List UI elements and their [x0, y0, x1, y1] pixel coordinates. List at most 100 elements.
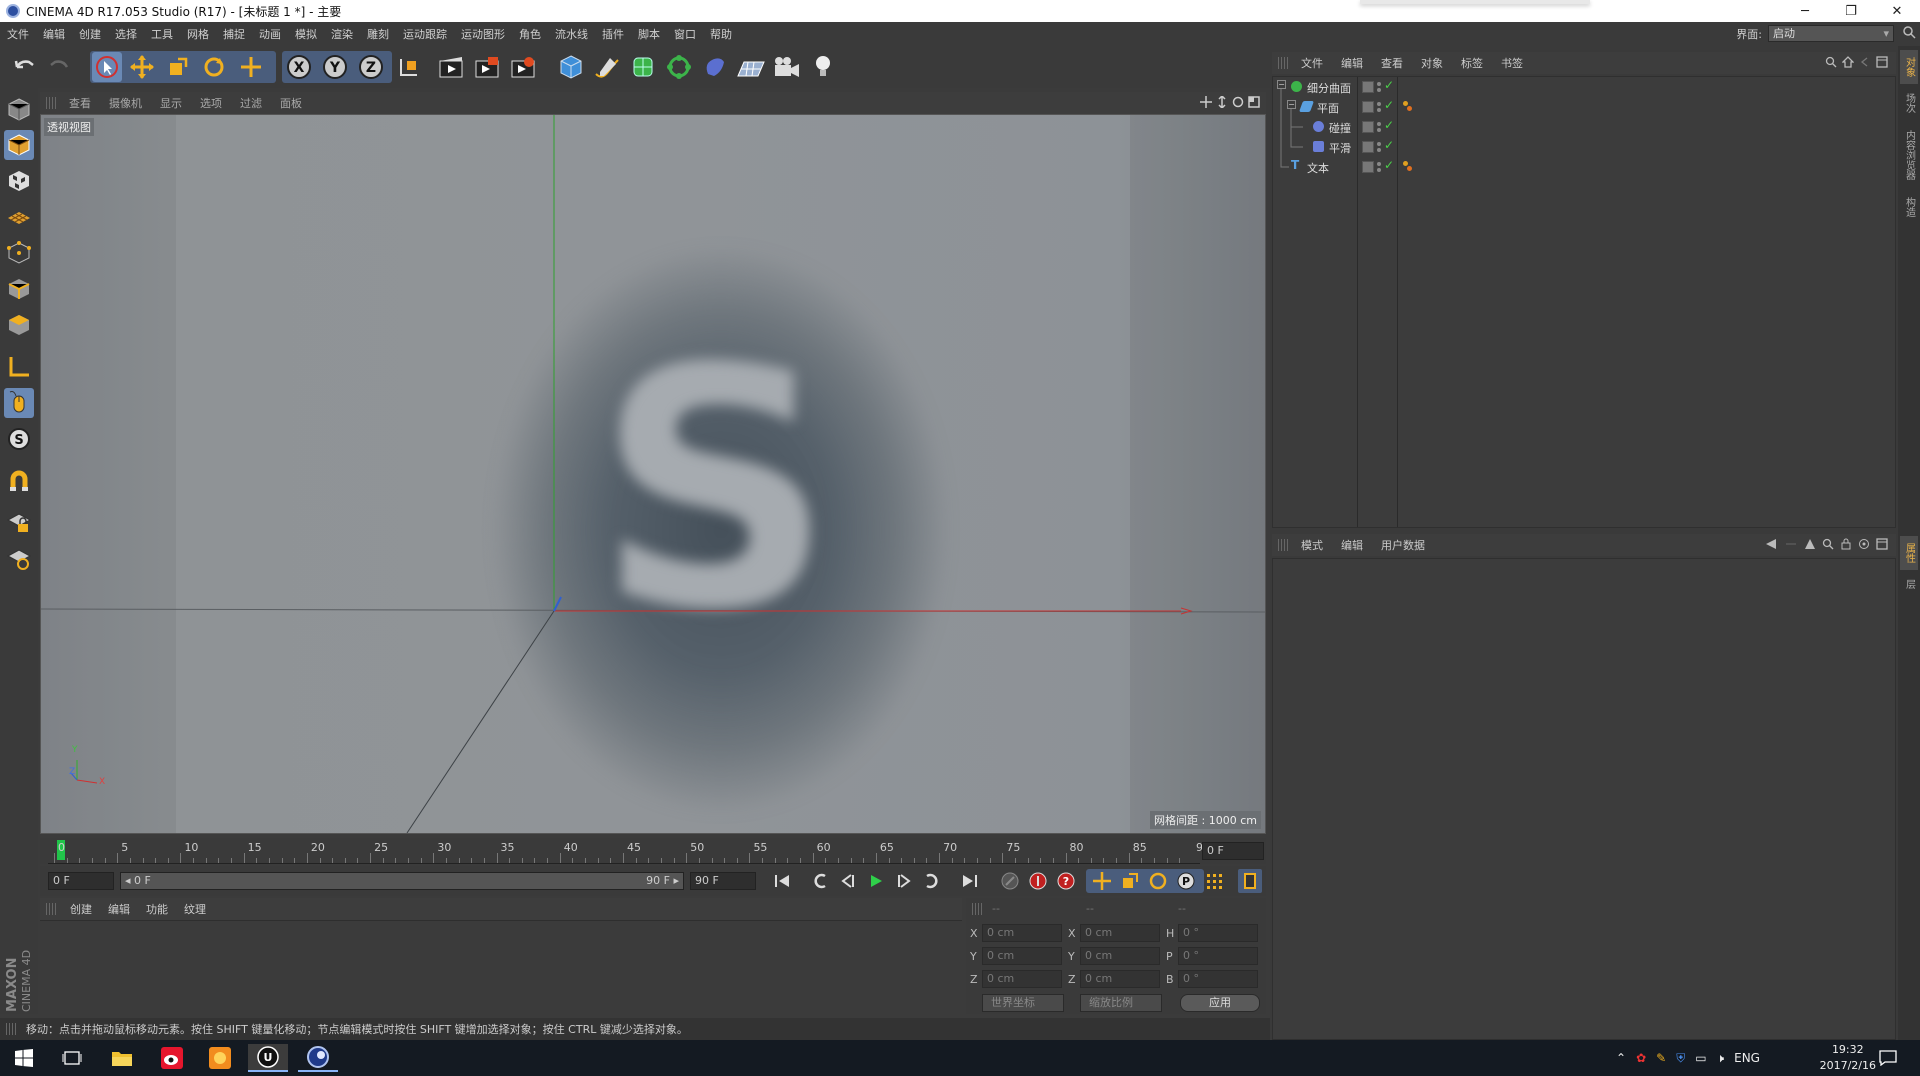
cloner-icon[interactable] — [664, 52, 694, 82]
spline-pen-icon[interactable] — [592, 52, 622, 82]
tab-layers[interactable]: 层 — [1900, 572, 1918, 596]
menu-render[interactable]: 渲染 — [324, 26, 360, 42]
menu-help[interactable]: 帮助 — [703, 26, 739, 42]
menu-tools[interactable]: 工具 — [144, 26, 180, 42]
scale-tool-icon[interactable] — [163, 52, 193, 82]
weibo-app-icon[interactable] — [152, 1044, 192, 1072]
material-menu-edit[interactable]: 编辑 — [100, 901, 138, 917]
object-name[interactable]: 细分曲面 — [1307, 80, 1351, 96]
menu-script[interactable]: 脚本 — [631, 26, 667, 42]
apply-button[interactable]: 应用 — [1180, 994, 1260, 1012]
menu-character[interactable]: 角色 — [512, 26, 548, 42]
object-row-smoothing[interactable]: 平滑 ✓ — [1273, 137, 1895, 157]
locked-workplane-icon[interactable] — [4, 508, 34, 538]
menu-plugins[interactable]: 插件 — [595, 26, 631, 42]
menu-mesh[interactable]: 网格 — [180, 26, 216, 42]
menu-mograph[interactable]: 运动图形 — [454, 26, 512, 42]
layer-swatch[interactable] — [1362, 161, 1374, 173]
start-frame-field[interactable]: 0 F — [48, 872, 114, 890]
panel-grip[interactable] — [6, 1023, 16, 1035]
keyframe-selection-icon[interactable]: ? — [1054, 869, 1078, 893]
object-name[interactable]: 碰撞 — [1329, 120, 1351, 136]
viewport-menu-cameras[interactable]: 摄像机 — [100, 95, 151, 111]
key-scale-icon[interactable] — [1118, 869, 1142, 893]
menu-motion-tracking[interactable]: 运动跟踪 — [396, 26, 454, 42]
visibility-dots-icon[interactable] — [1377, 121, 1383, 133]
restore-button[interactable]: ❐ — [1828, 0, 1874, 22]
next-key-icon[interactable] — [920, 869, 944, 893]
layer-swatch[interactable] — [1362, 81, 1374, 93]
workplane-mode-icon[interactable] — [4, 202, 34, 232]
object-manager-tree[interactable]: − 细分曲面 ✓ − 平面 ✓ 碰撞 ✓ 平滑 ✓ T 文本 ✓ — [1272, 76, 1896, 528]
floor-icon[interactable] — [736, 52, 766, 82]
key-rotation-icon[interactable] — [1146, 869, 1170, 893]
menu-edit[interactable]: 编辑 — [36, 26, 72, 42]
material-tag-icon[interactable] — [1403, 161, 1413, 171]
menu-file[interactable]: 文件 — [0, 26, 36, 42]
object-back-icon[interactable] — [1859, 56, 1871, 68]
object-row-plane[interactable]: − 平面 ✓ — [1273, 97, 1895, 117]
menu-window[interactable]: 窗口 — [667, 26, 703, 42]
tweak-mode-icon[interactable] — [4, 388, 34, 418]
coord-pos-x-field[interactable]: 0 cm — [982, 924, 1062, 942]
tray-volume-icon[interactable]: 🕨 — [1717, 1051, 1725, 1066]
enabled-check-icon[interactable]: ✓ — [1384, 98, 1394, 112]
layer-swatch[interactable] — [1362, 101, 1374, 113]
viewport-menu-options[interactable]: 选项 — [191, 95, 231, 111]
light-icon[interactable] — [808, 52, 838, 82]
next-frame-icon[interactable] — [892, 869, 916, 893]
autokeying-icon[interactable] — [1026, 869, 1050, 893]
texture-mode-icon[interactable] — [4, 166, 34, 196]
y-axis-lock-icon[interactable]: Y — [320, 52, 350, 82]
coord-rot-h-field[interactable]: 0 ° — [1178, 924, 1258, 942]
minimize-button[interactable]: ─ — [1782, 0, 1828, 22]
key-point-level-icon[interactable] — [1202, 869, 1226, 893]
action-center-icon[interactable] — [1868, 1044, 1908, 1072]
material-menu-function[interactable]: 功能 — [138, 901, 176, 917]
coord-size-x-field[interactable]: 0 cm — [1080, 924, 1160, 942]
menu-pipeline[interactable]: 流水线 — [548, 26, 595, 42]
menu-simulate[interactable]: 模拟 — [288, 26, 324, 42]
attribute-forward-icon[interactable] — [1784, 538, 1798, 550]
object-new-window-icon[interactable] — [1876, 56, 1888, 68]
model-mode-icon[interactable] — [4, 130, 34, 160]
rotate-tool-icon[interactable] — [199, 52, 229, 82]
object-menu-tags[interactable]: 标签 — [1452, 55, 1492, 71]
menu-create[interactable]: 创建 — [72, 26, 108, 42]
menu-sculpt[interactable]: 雕刻 — [360, 26, 396, 42]
enabled-check-icon[interactable]: ✓ — [1384, 118, 1394, 132]
planar-workplane-icon[interactable] — [4, 544, 34, 574]
panel-grip[interactable] — [972, 903, 982, 915]
coordinate-system-icon[interactable] — [394, 52, 424, 82]
viewport-menu-display[interactable]: 显示 — [151, 95, 191, 111]
viewport-menu-panel[interactable]: 面板 — [271, 95, 311, 111]
recent-tool-icon[interactable] — [236, 52, 266, 82]
object-menu-objects[interactable]: 对象 — [1412, 55, 1452, 71]
task-view-icon[interactable] — [52, 1044, 92, 1072]
material-manager-area[interactable] — [40, 920, 962, 1014]
tab-content-browser[interactable]: 内容浏览器 — [1900, 122, 1918, 188]
coord-size-z-field[interactable]: 0 cm — [1080, 970, 1160, 988]
panel-grip[interactable] — [1278, 57, 1288, 69]
key-parameter-icon[interactable]: P — [1174, 869, 1198, 893]
tray-pen-icon[interactable]: ✎ — [1656, 1051, 1666, 1065]
make-editable-icon[interactable] — [4, 94, 34, 124]
play-forward-icon[interactable] — [864, 869, 888, 893]
tab-takes[interactable]: 场次 — [1900, 86, 1918, 120]
attribute-manager-area[interactable] — [1272, 558, 1896, 1040]
object-home-icon[interactable] — [1842, 56, 1854, 68]
tab-objects[interactable]: 对象 — [1900, 50, 1918, 84]
object-menu-bookmarks[interactable]: 书签 — [1492, 55, 1532, 71]
coord-rot-b-field[interactable]: 0 ° — [1178, 970, 1258, 988]
object-row-collision[interactable]: 碰撞 ✓ — [1273, 117, 1895, 137]
menu-select[interactable]: 选择 — [108, 26, 144, 42]
tray-language[interactable]: ENG — [1734, 1051, 1760, 1065]
material-menu-create[interactable]: 创建 — [62, 901, 100, 917]
redo-icon[interactable] — [44, 52, 74, 82]
axis-mode-icon[interactable] — [4, 352, 34, 382]
object-row-text[interactable]: T 文本 ✓ — [1273, 157, 1895, 177]
edges-mode-icon[interactable] — [4, 274, 34, 304]
viewport-rotate-icon[interactable] — [1232, 96, 1244, 108]
magnet-icon[interactable] — [4, 466, 34, 496]
layer-swatch[interactable] — [1362, 141, 1374, 153]
